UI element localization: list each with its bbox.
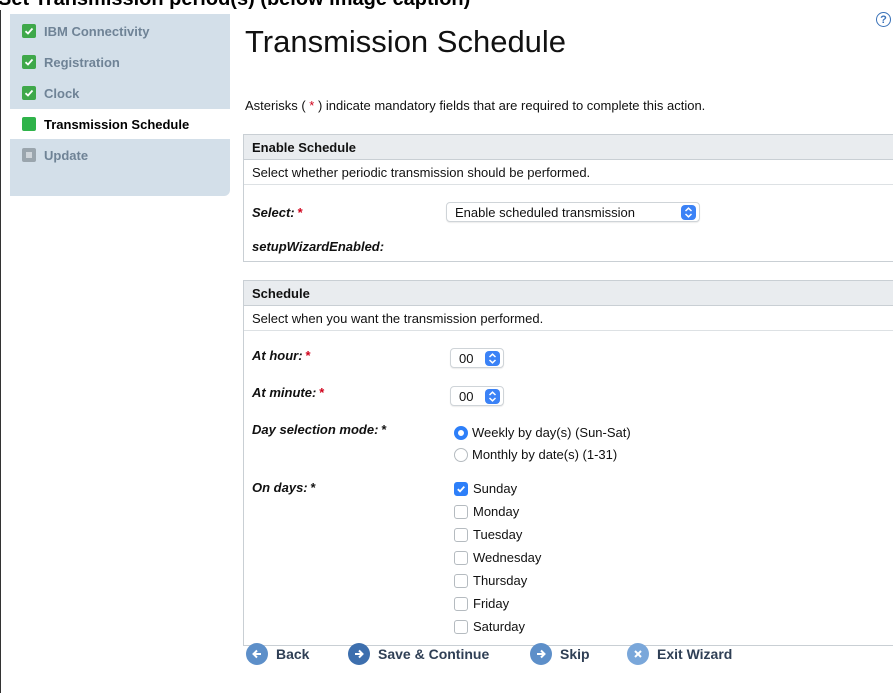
checkbox-label: Saturday	[473, 619, 526, 634]
checkmark-icon	[22, 86, 36, 100]
radio-label: Monthly by date(s) (1-31)	[472, 447, 618, 462]
mandatory-note-text: ) indicate mandatory fields that are req…	[314, 98, 706, 113]
skip-button[interactable]: Skip	[530, 641, 590, 667]
required-asterisk: *	[297, 205, 303, 220]
checkbox-icon[interactable]	[454, 596, 468, 611]
radio-label: Weekly by day(s) (Sun-Sat)	[472, 425, 631, 440]
sidebar-item-label: Clock	[44, 85, 80, 101]
checkbox-icon[interactable]	[454, 573, 468, 588]
sidebar-item-label: Registration	[44, 54, 120, 70]
checkbox-icon[interactable]	[454, 527, 468, 542]
radio-selected-icon[interactable]	[454, 425, 468, 440]
page-title: Transmission Schedule	[245, 24, 567, 59]
sidebar-item-registration[interactable]: Registration	[10, 47, 230, 77]
day-checkbox-friday[interactable]: Friday	[454, 596, 509, 611]
radio-icon[interactable]	[454, 447, 468, 462]
section-header: Enable Schedule	[244, 135, 893, 160]
field-label: Day selection mode:	[252, 422, 379, 437]
field-label: At minute:	[252, 385, 317, 400]
sidebar-item-clock[interactable]: Clock	[10, 78, 230, 108]
sidebar-item-transmission-schedule[interactable]: Transmission Schedule	[10, 109, 232, 139]
select-value: 00	[459, 350, 474, 366]
chevron-updown-icon	[681, 205, 696, 220]
checkbox-label: Sunday	[473, 481, 518, 496]
sidebar-item-label: Update	[44, 147, 89, 163]
pending-step-icon	[22, 148, 36, 162]
required-asterisk: *	[381, 422, 387, 437]
sidebar-item-update[interactable]: Update	[10, 140, 230, 170]
button-label: Save & Continue	[378, 646, 490, 662]
checkbox-icon[interactable]	[454, 504, 468, 519]
back-button[interactable]: Back	[246, 641, 309, 667]
button-label: Skip	[560, 646, 590, 662]
sidebar-item-label: IBM Connectivity	[44, 23, 150, 39]
day-checkbox-sunday[interactable]: Sunday	[454, 481, 517, 496]
hour-select[interactable]: 00	[450, 348, 504, 368]
day-selection-mode-label: Day selection mode: *	[252, 422, 387, 437]
arrow-left-icon	[246, 643, 268, 665]
sidebar-item-ibm-connectivity[interactable]: IBM Connectivity	[10, 16, 230, 46]
chevron-updown-icon	[485, 351, 500, 366]
section-description: Select whether periodic transmission sho…	[244, 160, 893, 185]
at-hour-label: At hour: *	[252, 348, 311, 363]
day-checkbox-wednesday[interactable]: Wednesday	[454, 550, 541, 565]
section-header: Schedule	[244, 281, 893, 306]
select-value: 00	[459, 388, 474, 404]
field-label: Select:	[252, 205, 295, 220]
checkbox-label: Thursday	[473, 573, 528, 588]
section-description: Select when you want the transmission pe…	[244, 306, 893, 331]
field-label: On days:	[252, 480, 308, 495]
current-step-icon	[22, 117, 36, 131]
wizard-sidebar: IBM Connectivity Registration Clock Tran…	[10, 14, 232, 196]
field-label: At hour:	[252, 348, 303, 363]
at-minute-label: At minute: *	[252, 385, 324, 400]
schedule-section: Schedule Select when you want the transm…	[243, 280, 893, 646]
checkmark-icon	[22, 24, 36, 38]
button-label: Back	[276, 646, 310, 662]
minute-select[interactable]: 00	[450, 386, 504, 406]
select-value: Enable scheduled transmission	[455, 204, 635, 220]
help-icon[interactable]: ?	[876, 12, 891, 27]
save-continue-button[interactable]: Save & Continue	[348, 641, 489, 667]
required-asterisk: *	[305, 348, 311, 363]
checkbox-label: Tuesday	[473, 527, 523, 542]
on-days-label: On days: *	[252, 480, 316, 495]
weekly-radio[interactable]: Weekly by day(s) (Sun-Sat)	[454, 425, 631, 440]
day-checkbox-tuesday[interactable]: Tuesday	[454, 527, 522, 542]
checkmark-icon	[22, 55, 36, 69]
day-checkbox-saturday[interactable]: Saturday	[454, 619, 525, 634]
checkbox-icon[interactable]	[454, 550, 468, 565]
arrow-right-icon	[530, 643, 552, 665]
required-asterisk: *	[319, 385, 325, 400]
checkbox-checked-icon[interactable]	[454, 481, 468, 496]
day-checkbox-monday[interactable]: Monday	[454, 504, 519, 519]
mandatory-note: Asterisks ( * ) indicate mandatory field…	[245, 98, 705, 113]
button-label: Exit Wizard	[657, 646, 733, 662]
sidebar-item-label: Transmission Schedule	[44, 116, 190, 132]
chevron-updown-icon	[485, 389, 500, 404]
mandatory-note-text: Asterisks (	[245, 98, 310, 113]
checkbox-icon[interactable]	[454, 619, 468, 634]
checkbox-label: Wednesday	[473, 550, 542, 565]
select-label: Select: *	[252, 205, 303, 220]
checkbox-label: Monday	[473, 504, 520, 519]
setup-wizard-enabled-label: setupWizardEnabled:	[252, 239, 385, 254]
exit-wizard-button[interactable]: Exit Wizard	[627, 641, 732, 667]
monthly-radio[interactable]: Monthly by date(s) (1-31)	[454, 447, 617, 462]
checkbox-label: Friday	[473, 596, 510, 611]
arrow-right-icon	[348, 643, 370, 665]
enable-schedule-select[interactable]: Enable scheduled transmission	[446, 202, 700, 222]
enable-schedule-section: Enable Schedule Select whether periodic …	[243, 134, 893, 262]
required-asterisk: *	[310, 480, 316, 495]
close-icon	[627, 643, 649, 665]
day-checkbox-thursday[interactable]: Thursday	[454, 573, 527, 588]
